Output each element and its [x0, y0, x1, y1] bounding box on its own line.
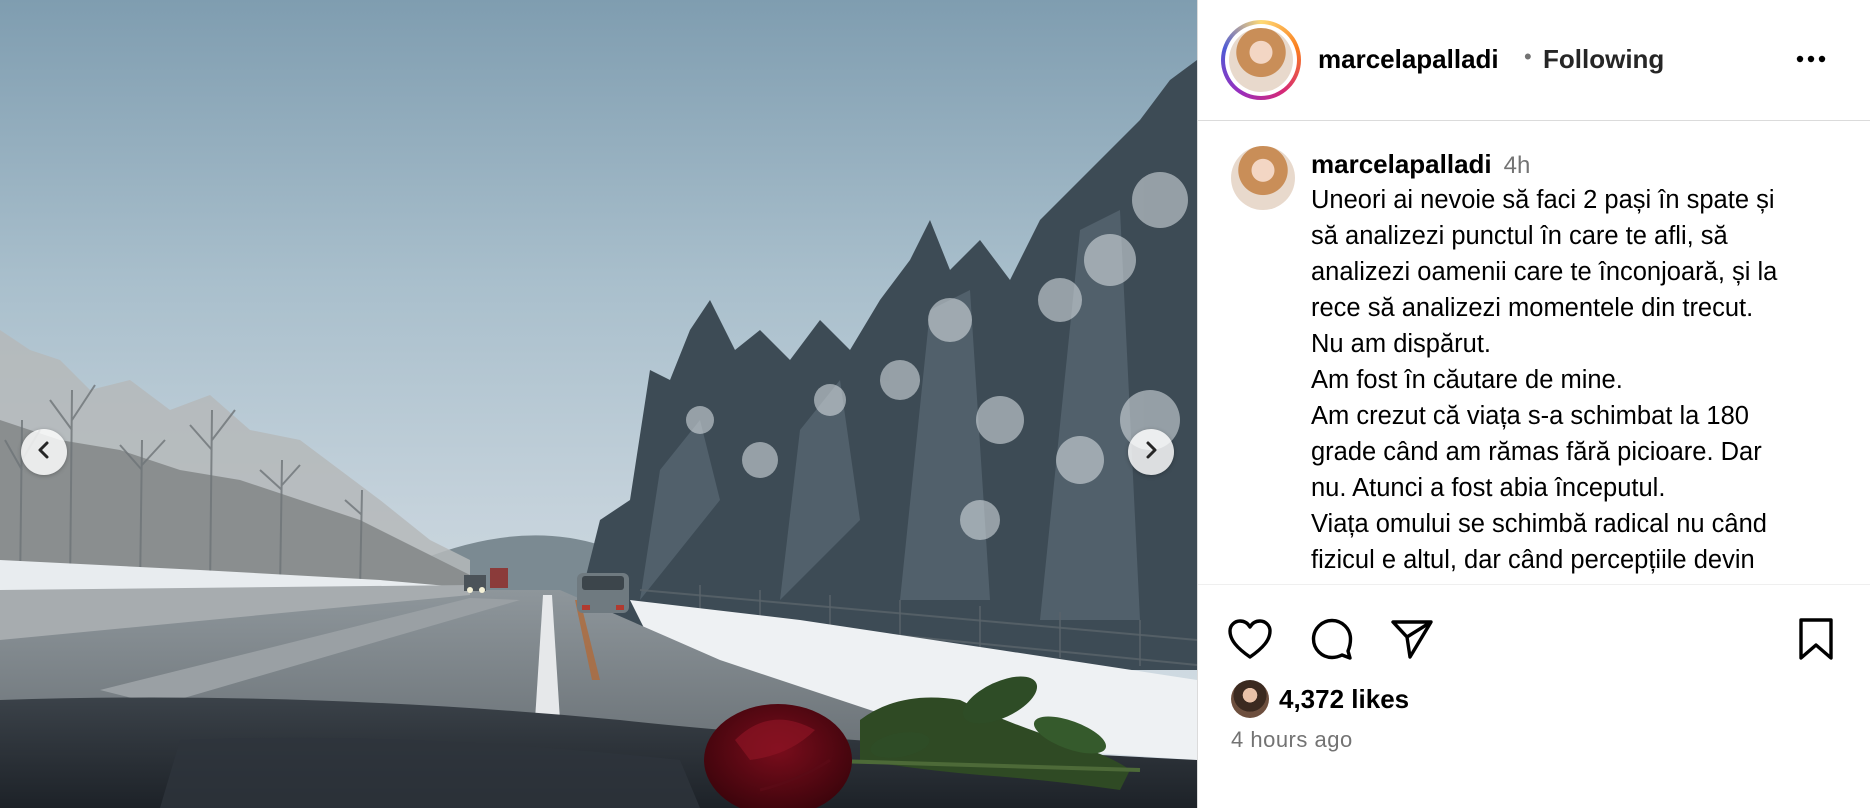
- post-photo[interactable]: [0, 0, 1197, 808]
- post-header: marcelapalladi • Following: [1198, 0, 1870, 121]
- save-button[interactable]: [1790, 615, 1842, 667]
- liker-avatar: [1231, 680, 1269, 718]
- chevron-left-icon: [34, 440, 54, 465]
- caption-line: Uneori ai nevoie să faci 2 pași în spate…: [1311, 186, 1775, 214]
- like-button[interactable]: [1224, 615, 1276, 667]
- bookmark-icon: [1798, 617, 1834, 666]
- author-avatar: [1229, 28, 1293, 92]
- post-side-panel: marcelapalladi • Following marcelapallad…: [1197, 0, 1870, 808]
- caption-line: Viața omului se schimbă radical nu când: [1311, 510, 1767, 538]
- caption-line: fizicul e altul, dar când percepțiile de…: [1311, 546, 1755, 574]
- chevron-right-icon: [1141, 440, 1161, 465]
- post-timestamp: 4 hours ago: [1231, 727, 1353, 752]
- caption-line: Nu am dispărut.: [1311, 330, 1491, 358]
- caption-line: analizezi oamenii care te înconjoară, și…: [1311, 258, 1778, 286]
- separator-dot: •: [1524, 44, 1532, 69]
- comment-button[interactable]: [1306, 615, 1358, 667]
- more-horizontal-icon: [1796, 50, 1826, 68]
- caption-line: să analizezi punctul în care te afli, să: [1311, 222, 1728, 250]
- caption-text: Uneori ai nevoie să faci 2 pași în spate…: [1311, 182, 1851, 578]
- previous-photo-button[interactable]: [21, 429, 67, 475]
- more-options-button[interactable]: [1791, 44, 1831, 74]
- caption-line: rece să analizezi momentele din trecut.: [1311, 294, 1754, 322]
- likes-count[interactable]: 4,372 likes: [1279, 684, 1409, 715]
- caption-section: marcelapalladi 4h Uneori ai nevoie să fac…: [1198, 122, 1870, 584]
- instagram-post: marcelapalladi • Following marcelapallad…: [0, 0, 1870, 808]
- caption-line: grade când am rămas fără picioare. Dar: [1311, 438, 1762, 466]
- caption-timestamp: 4h: [1503, 152, 1531, 179]
- likes-row[interactable]: 4,372 likes: [1231, 679, 1409, 719]
- photo-scene: [0, 0, 1197, 808]
- share-button[interactable]: [1386, 615, 1438, 667]
- heart-icon: [1227, 618, 1273, 665]
- caption-username-link[interactable]: marcelapalladi: [1311, 149, 1492, 179]
- author-avatar-ring[interactable]: [1221, 20, 1301, 100]
- caption-line: Am crezut că viața s-a schimbat la 180: [1311, 402, 1749, 430]
- caption-author-avatar[interactable]: [1231, 146, 1295, 210]
- following-button[interactable]: Following: [1543, 44, 1664, 75]
- post-actions: 4,372 likes 4 hours ago: [1198, 584, 1870, 808]
- author-username-link[interactable]: marcelapalladi: [1318, 44, 1499, 75]
- comment-icon: [1310, 617, 1354, 666]
- car-ahead: [577, 573, 629, 613]
- send-icon: [1390, 618, 1434, 665]
- caption-line: nu. Atunci a fost abia începutul.: [1311, 474, 1666, 502]
- caption-line: Am fost în căutare de mine.: [1311, 366, 1623, 394]
- next-photo-button[interactable]: [1128, 429, 1174, 475]
- caption-header: marcelapalladi 4h: [1311, 149, 1530, 180]
